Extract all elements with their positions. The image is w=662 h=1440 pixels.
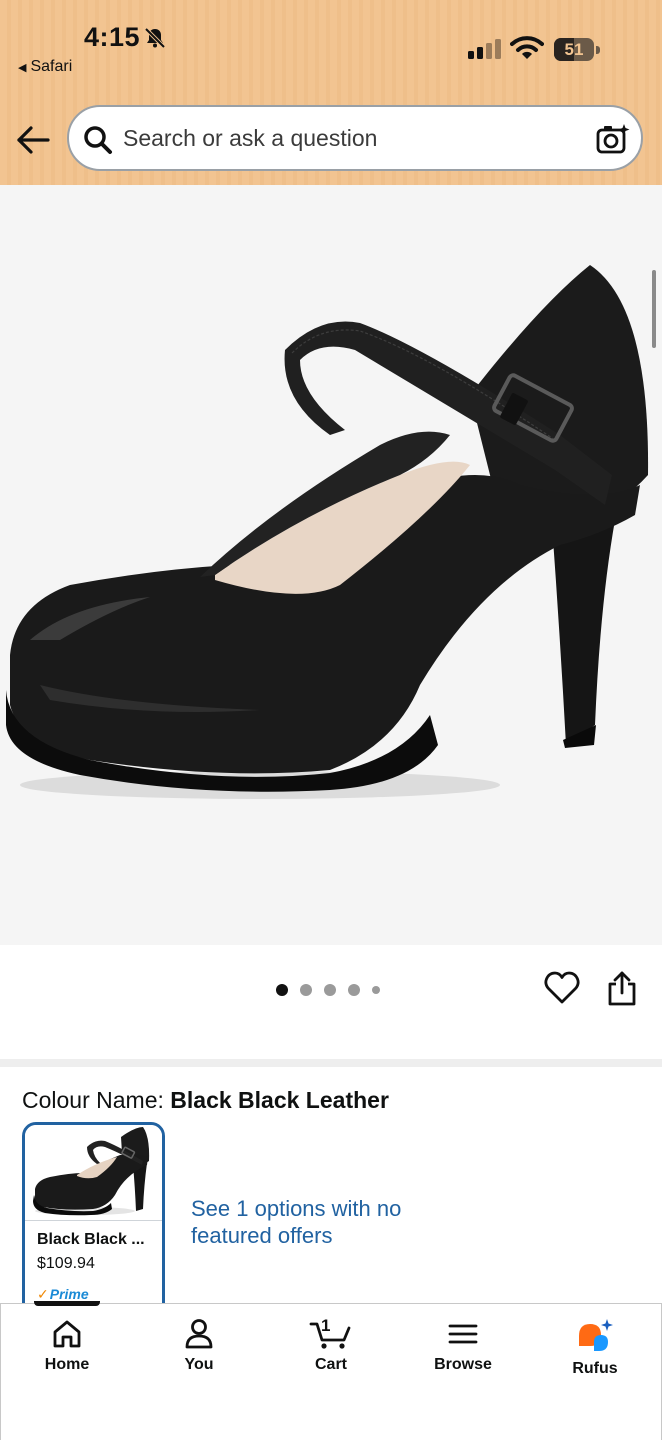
tab-home-label: Home [44, 1356, 90, 1373]
prime-label: Prime [49, 1286, 89, 1302]
search-bar[interactable] [67, 105, 643, 171]
search-icon [83, 125, 113, 160]
colour-value: Black Black Leather [170, 1087, 389, 1113]
tab-cart-label: Cart [314, 1356, 347, 1373]
menu-icon [448, 1324, 478, 1344]
pager-dot[interactable] [348, 984, 360, 996]
colour-swatch-selected[interactable]: Black Black ... $109.94 ✓Prime [22, 1122, 165, 1322]
image-pager-dots[interactable] [276, 984, 380, 996]
image-pager-row [0, 945, 662, 1059]
product-shoe-image [6, 265, 649, 799]
battery-level: 51 [564, 40, 584, 59]
pager-dot[interactable] [300, 984, 312, 996]
tab-rufus-label: Rufus [572, 1360, 618, 1377]
cart-icon [309, 1322, 351, 1349]
back-to-safari[interactable]: ◀ Safari [18, 58, 72, 76]
active-tab-indicator [34, 1301, 100, 1306]
section-divider [0, 1059, 662, 1067]
product-image[interactable] [0, 185, 662, 945]
share-icon[interactable] [606, 971, 638, 1012]
scroll-indicator [652, 270, 656, 348]
search-input[interactable] [123, 117, 573, 159]
swatch-thumbnail [25, 1125, 162, 1221]
tab-cart[interactable]: 1 Cart [276, 1316, 386, 1398]
status-bar: 4:15 ◀ Safari 51 [0, 0, 662, 90]
back-app-label: Safari [30, 58, 73, 75]
colour-label: Colour Name: [22, 1087, 171, 1113]
swatch-title: Black Black ... [37, 1231, 145, 1248]
person-icon [185, 1319, 213, 1349]
cellular-signal-icon [468, 39, 502, 64]
status-time: 4:15 [84, 22, 141, 52]
swatch-price: $109.94 [37, 1255, 95, 1272]
battery-icon: 51 [554, 38, 600, 61]
bottom-tab-bar: Home You 1 Cart Browse Rufus [0, 1301, 662, 1440]
tab-home[interactable]: Home [12, 1318, 122, 1398]
prime-check-icon: ✓ [37, 1286, 49, 1302]
camera-search-icon[interactable] [596, 123, 630, 160]
back-triangle-icon: ◀ [18, 62, 27, 74]
back-arrow-icon[interactable] [16, 124, 50, 156]
pager-dot[interactable] [324, 984, 336, 996]
pager-dot[interactable] [276, 984, 288, 996]
battery-body: 51 [554, 38, 594, 61]
bell-slash-icon [144, 27, 166, 54]
pager-dot[interactable] [372, 986, 380, 994]
top-header: 4:15 ◀ Safari 51 Search or ask a questio… [0, 0, 662, 185]
colour-name-line: Colour Name: Black Black Leather [22, 1087, 389, 1114]
rufus-icon [579, 1319, 613, 1351]
tab-browse-label: Browse [434, 1356, 492, 1373]
see-options-link[interactable]: See 1 options with no featured offers [191, 1195, 451, 1249]
battery-tip [596, 46, 600, 54]
tab-rufus[interactable]: Rufus [540, 1318, 650, 1398]
home-icon [53, 1320, 81, 1348]
tab-you[interactable]: You [144, 1318, 254, 1398]
wifi-icon [510, 35, 544, 66]
cart-count-badge: 1 [321, 1316, 331, 1335]
tab-browse[interactable]: Browse [408, 1318, 518, 1398]
heart-icon[interactable] [544, 971, 580, 1010]
tab-you-label: You [184, 1356, 214, 1373]
